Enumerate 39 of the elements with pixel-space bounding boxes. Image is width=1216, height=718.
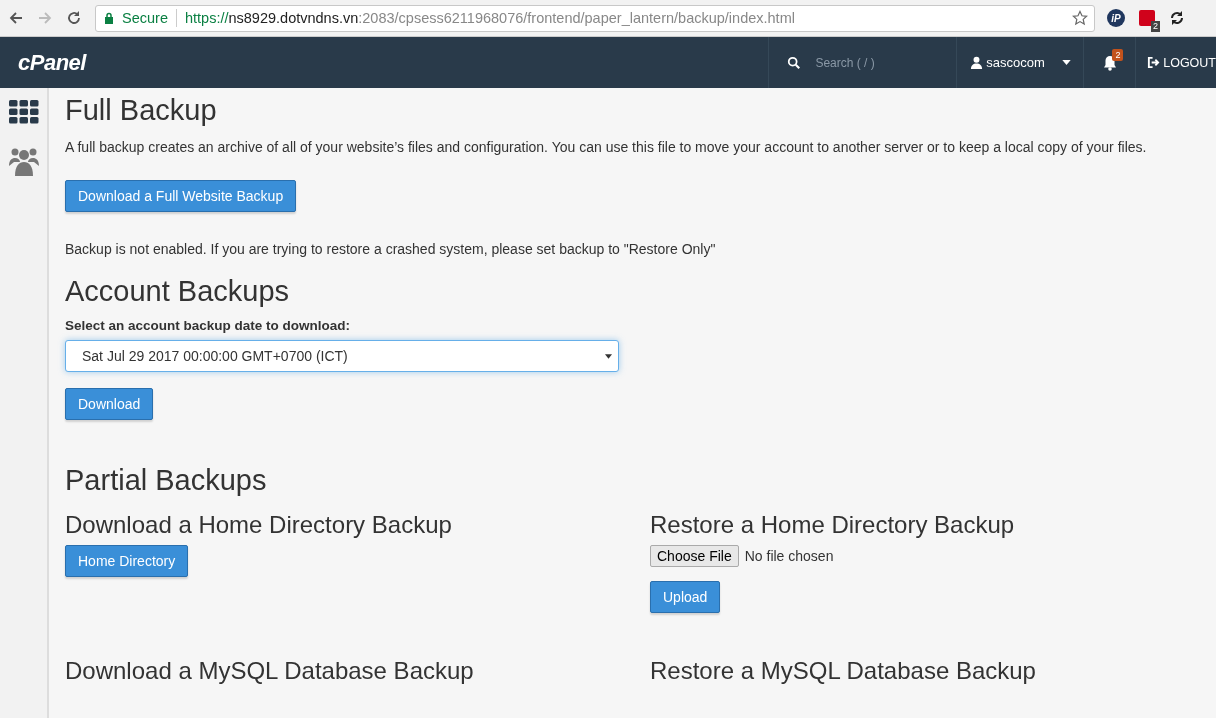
user-menu[interactable]: sascocom [956,37,1084,88]
notification-count: 2 [1112,49,1124,61]
extension-icon[interactable]: iP [1107,9,1125,27]
user-icon [970,56,984,69]
field-label: Select an account backup date to download: [65,318,352,333]
file-status-text: No file chosen [744,548,834,564]
section-heading: Account Backups [65,275,291,308]
caret-icon [605,353,612,359]
cpanel-logo[interactable]: cPanel [0,37,769,88]
section-heading: Partial Backups [65,464,268,497]
sync-icon[interactable] [1169,10,1185,26]
description-text: A full backup creates an archive of all of your website’s files and configuration. You can use this file to move your account to another server or to keep a local copy of your files. [65,139,1148,155]
logout-button[interactable]: LOGOUT [1135,37,1216,88]
date-select[interactable]: Sat Jul 29 2017 00:00:00 GMT+0700 (ICT) [65,340,619,372]
subsection-heading: Restore a MySQL Database Backup [650,657,1037,685]
url-path: :2083/cpsess6211968076/frontend/paper_lantern/backup/index.html [358,10,795,26]
logout-icon [1147,56,1161,69]
secure-label: Secure [122,10,168,26]
search-icon [787,55,802,70]
section-heading: Full Backup [65,94,218,127]
subsection-heading: Restore a Home Directory Backup [650,511,1016,539]
grid-icon[interactable] [8,100,39,124]
subsection-heading: Download a Home Directory Backup [65,511,453,539]
search-field[interactable]: Search ( / ) [813,54,938,71]
url-host: ns8929.dotvndns.vn [228,10,359,26]
extension-badge: 2 [1151,21,1160,32]
caret-icon [1061,60,1071,65]
address-bar[interactable]: Secure https://ns8929.dotvndns.vn:2083/cpsess6211968076/frontend/paper_lantern/backup/index.html [95,4,1095,32]
bell-icon [1101,54,1118,71]
url-scheme: https:// [184,10,229,26]
choose-file-button[interactable]: Choose File [650,545,739,567]
notice-text: Backup is not enabled. If you are trying to restore a crashed system, please set backup to "Restore Only" [65,241,717,257]
star-icon[interactable] [1072,10,1088,26]
lock-icon [104,12,114,24]
back-icon[interactable] [8,10,24,26]
users-icon[interactable] [8,146,39,176]
notifications-button[interactable]: 2 [1083,37,1136,88]
reload-icon[interactable] [66,10,82,26]
subsection-heading: Download a MySQL Database Backup [65,657,475,685]
